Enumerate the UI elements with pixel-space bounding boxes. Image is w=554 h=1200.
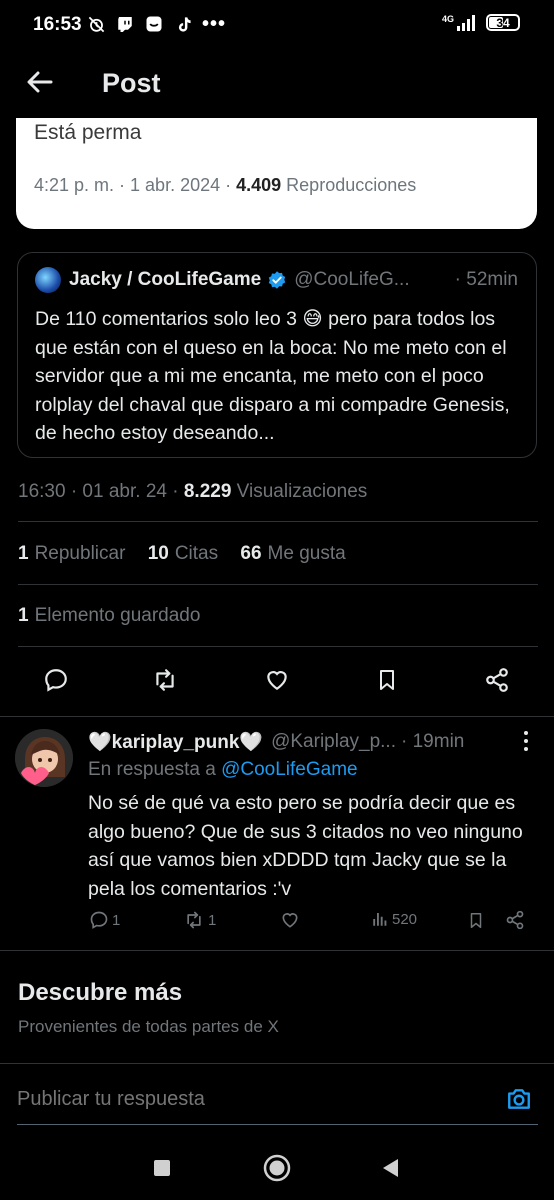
like-icon <box>282 913 298 928</box>
post-actions <box>0 665 554 697</box>
square-icon <box>154 1160 170 1176</box>
reply-like-button[interactable] <box>279 910 301 930</box>
reply-post[interactable]: 🤍kariplay_punk🤍 @Kariplay_p... · 19min E… <box>0 717 554 949</box>
divider <box>18 521 538 522</box>
reply-author-handle: @Kariplay_p... <box>271 731 396 752</box>
divider <box>18 646 538 647</box>
reply-actions: 1 1 520 <box>0 910 554 938</box>
recents-button[interactable] <box>148 1154 176 1182</box>
share-icon <box>506 910 524 930</box>
embedded-post-views-label: Reproducciones <box>281 175 417 195</box>
bookmark-button[interactable] <box>372 665 402 695</box>
reply-share-button[interactable] <box>505 910 525 930</box>
alarm-off-icon <box>86 14 106 34</box>
quoted-post-body: De 110 comentarios solo leo 3 😅 pero par… <box>35 308 510 444</box>
embedded-image-card[interactable]: Está perma 4:21 p. m. · 1 abr. 2024 · 4.… <box>16 118 537 229</box>
back-button[interactable] <box>24 66 56 98</box>
bookmark-icon <box>380 670 394 690</box>
share-button[interactable] <box>482 665 512 695</box>
reply-body: No sé de qué va esto pero se podría deci… <box>88 792 523 900</box>
reposts-stat[interactable]: 1 Republicar <box>18 543 125 564</box>
reply-button[interactable] <box>41 665 71 695</box>
reply-views-button[interactable]: 520 <box>371 910 417 928</box>
like-button[interactable] <box>262 665 292 695</box>
home-button[interactable] <box>263 1154 291 1182</box>
network-label: 4G <box>441 13 454 24</box>
quoted-author-handle: @CooLifeG... <box>294 269 410 290</box>
embedded-post-meta: 4:21 p. m. · 1 abr. 2024 · 4.409 Reprodu… <box>34 175 416 196</box>
post-views-label: Visualizaciones <box>231 481 368 502</box>
post-views-count: 8.229 <box>183 481 232 502</box>
reply-bookmark-button[interactable] <box>467 910 485 931</box>
reply-reply-button[interactable]: 1 <box>89 910 120 930</box>
reply-reply-count: 1 <box>112 911 121 929</box>
embedded-post-time: 4:21 p. m. · 1 abr. 2024 · <box>34 175 237 195</box>
reply-header: 🤍kariplay_punk🤍 @Kariplay_p... · 19min <box>88 730 464 754</box>
verified-badge-icon <box>268 271 286 289</box>
camera-icon <box>508 1089 530 1109</box>
replying-to-link[interactable]: @CooLifeGame <box>221 759 358 780</box>
reply-time: · 19min <box>401 731 465 752</box>
system-nav-bar <box>0 1132 554 1200</box>
more-options-icon[interactable] <box>520 731 532 751</box>
reply-repost-count: 1 <box>208 911 217 929</box>
embedded-post-views: 4.409 <box>236 175 282 195</box>
repost-button[interactable] <box>150 665 180 695</box>
reply-views-count: 520 <box>392 910 418 928</box>
reply-icon <box>45 669 67 692</box>
discover-title: Descubre más <box>18 979 183 1006</box>
status-bar: 16:53 ••• 4G 34 <box>0 0 554 52</box>
reply-author-name: 🤍kariplay_punk🤍 <box>88 732 264 753</box>
tiktok-icon <box>173 14 193 34</box>
back-nav-button[interactable] <box>376 1154 404 1182</box>
twitch-icon <box>115 14 135 34</box>
embedded-post-text: Está perma <box>34 121 142 144</box>
post-stats: 1 Republicar 10 Citas 66 Me gusta <box>18 543 363 565</box>
bookmarks-stat[interactable]: 1 Elemento guardado <box>18 605 200 627</box>
discover-subtitle: Provenientes de todas partes de X <box>18 1017 279 1036</box>
circle-icon <box>263 1154 291 1182</box>
arrow-left-icon <box>27 71 53 93</box>
repost-icon <box>187 911 201 929</box>
likes-stat[interactable]: 66 Me gusta <box>240 543 345 564</box>
avatar[interactable] <box>15 729 73 787</box>
status-system-icons: 4G 34 <box>442 14 520 31</box>
reply-input[interactable] <box>17 1088 457 1111</box>
signal-icon: 4G <box>441 13 478 31</box>
battery-icon: 34 <box>486 14 520 31</box>
input-underline <box>17 1124 538 1125</box>
status-time: 16:53 <box>33 14 82 35</box>
quoted-post-header: Jacky / CooLifeGame @CooLifeG... <box>35 267 410 293</box>
page-title: Post <box>102 68 161 98</box>
quoted-author-name: Jacky / CooLifeGame <box>69 269 262 290</box>
app-icon <box>144 14 164 34</box>
reply-repost-button[interactable]: 1 <box>183 910 216 930</box>
reply-icon <box>90 911 108 929</box>
triangle-back-icon <box>383 1159 398 1177</box>
views-icon <box>373 913 387 926</box>
repost-icon <box>156 669 174 691</box>
quoted-post-time: · 52min <box>454 269 518 290</box>
post-time: 16:30 · 01 abr. 24 · <box>18 481 184 502</box>
bookmark-icon <box>470 913 482 928</box>
replying-to: En respuesta a @CooLifeGame <box>88 759 358 780</box>
quoted-post[interactable]: Jacky / CooLifeGame @CooLifeG... · 52min… <box>17 252 537 458</box>
camera-button[interactable] <box>504 1084 534 1114</box>
divider <box>18 584 538 585</box>
divider <box>0 950 554 951</box>
avatar[interactable] <box>35 267 61 293</box>
header: Post <box>0 52 554 114</box>
quotes-stat[interactable]: 10 Citas <box>148 543 218 564</box>
compose-bar <box>0 1063 554 1125</box>
share-icon <box>486 668 508 692</box>
like-icon <box>267 671 287 690</box>
status-notification-icons: ••• <box>86 14 226 34</box>
status-more: ••• <box>202 13 227 35</box>
post-timestamp: 16:30 · 01 abr. 24 · 8.229 Visualizacion… <box>18 481 367 503</box>
battery-level: 34 <box>496 15 510 30</box>
